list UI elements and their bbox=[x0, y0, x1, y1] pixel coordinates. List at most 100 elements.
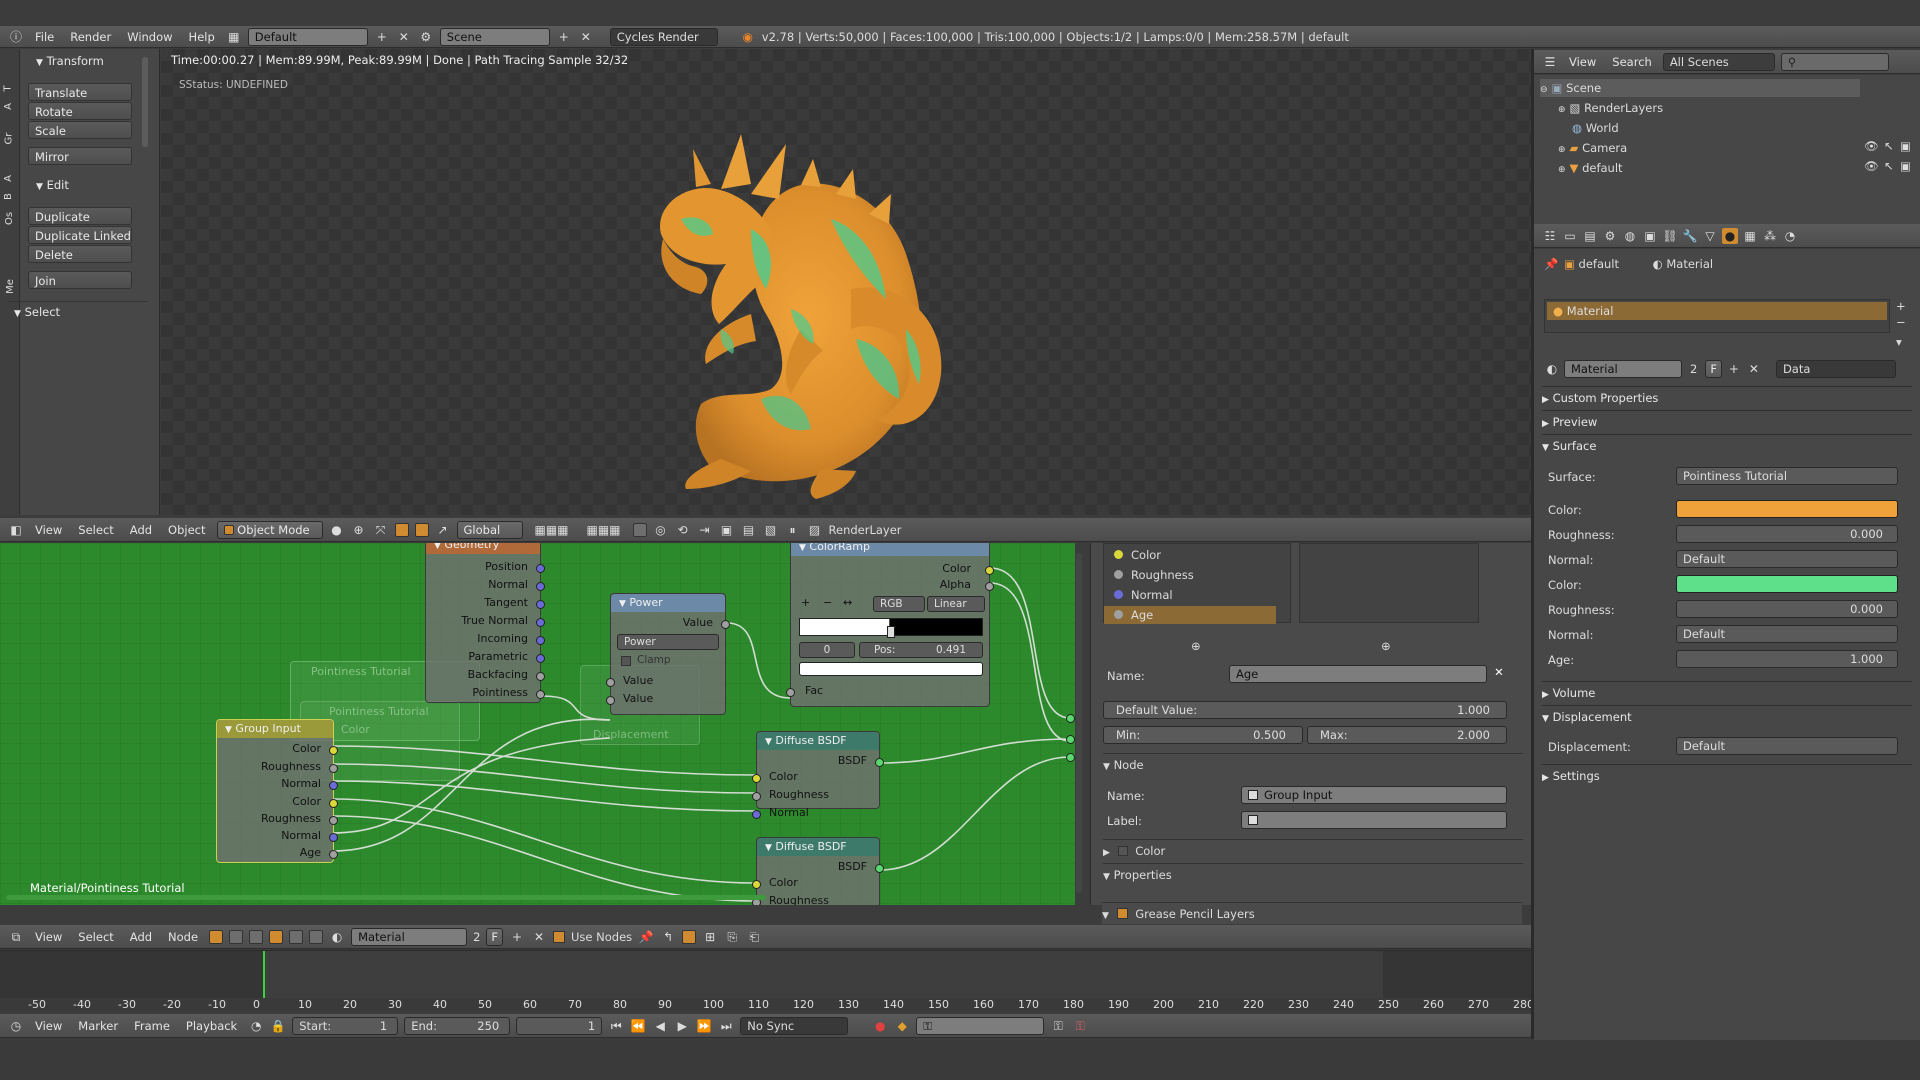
node-name-field[interactable]: Group Input bbox=[1241, 786, 1507, 804]
delete-button[interactable]: Delete bbox=[28, 245, 132, 263]
power-in-socket-2[interactable] bbox=[606, 696, 615, 705]
snap-node-icon[interactable]: ⊞ bbox=[702, 929, 718, 945]
record-icon[interactable]: ● bbox=[872, 1018, 888, 1034]
timeline-menu-playback[interactable]: Playback bbox=[181, 1019, 242, 1033]
render-border-icon[interactable]: ▧ bbox=[763, 522, 779, 538]
out-backfacing[interactable] bbox=[536, 672, 545, 681]
scale-button[interactable]: Scale bbox=[28, 121, 132, 139]
scene-icon[interactable]: ⚙ bbox=[418, 29, 434, 45]
number-slider-field[interactable]: 0.000 bbox=[1676, 525, 1898, 543]
interpolation-select[interactable]: Linear bbox=[927, 596, 985, 612]
power-out-socket[interactable] bbox=[721, 620, 730, 629]
keying-set-field[interactable]: ⚿ bbox=[916, 1016, 1045, 1035]
layers-icon[interactable]: ▦▦▦ bbox=[529, 522, 575, 538]
insert-keyframe-icon[interactable]: ⚿ bbox=[1050, 1018, 1066, 1034]
proportional-icon[interactable]: ◎ bbox=[653, 522, 669, 538]
pin-icon[interactable]: 📌 bbox=[638, 929, 654, 945]
add-stop-icon[interactable]: + bbox=[801, 596, 810, 609]
object-shader-icon[interactable] bbox=[269, 929, 284, 944]
current-frame-field[interactable]: 1 bbox=[516, 1016, 603, 1035]
node-fake-user-button[interactable]: F bbox=[486, 927, 504, 946]
screen-layout-icon[interactable]: ▦ bbox=[226, 29, 242, 45]
particles-tab-icon[interactable]: ⁂ bbox=[1762, 228, 1778, 244]
iface-row-normal[interactable]: Normal bbox=[1104, 586, 1276, 604]
duplicate-linked-button[interactable]: Duplicate Linked bbox=[28, 226, 132, 244]
outliner-type-icon[interactable]: ☰ bbox=[1542, 54, 1558, 70]
gi-sock-2[interactable] bbox=[329, 764, 338, 773]
node-section-header[interactable]: ▼ Node bbox=[1103, 753, 1523, 775]
node-material-field[interactable]: Material bbox=[351, 927, 468, 946]
default-select-icon[interactable]: ↖ bbox=[1884, 159, 1894, 173]
colorramp-node[interactable]: ▼ ColorRamp Color Alpha + − ↔ RGB Linear… bbox=[786, 543, 994, 707]
geometry-node[interactable]: ▼ Geometry Position Normal Tangent True … bbox=[425, 543, 545, 703]
number-slider-field[interactable]: 0.000 bbox=[1676, 600, 1898, 618]
max-field[interactable]: Max: 2.000 bbox=[1307, 726, 1507, 744]
playhead[interactable] bbox=[263, 951, 265, 999]
diffuse1-bsdf-socket[interactable] bbox=[875, 758, 884, 767]
socket-name-clear-icon[interactable]: ✕ bbox=[1491, 665, 1507, 683]
camera-visibility-icon[interactable]: 👁 bbox=[1864, 139, 1879, 153]
pivot-icon[interactable]: ⊕ bbox=[351, 522, 367, 538]
diffuse2-color-socket[interactable] bbox=[752, 880, 761, 889]
tab-create[interactable]: A bbox=[3, 103, 14, 110]
stop-index-field[interactable]: 0 bbox=[799, 642, 855, 658]
menu-file[interactable]: File bbox=[30, 30, 59, 44]
jump-next-key-icon[interactable]: ⏩ bbox=[696, 1018, 712, 1034]
surface-shader-select[interactable]: Pointiness Tutorial bbox=[1676, 467, 1898, 485]
world-shader-icon[interactable] bbox=[289, 929, 304, 944]
scene-tab-icon[interactable]: ⚙ bbox=[1602, 228, 1618, 244]
material-tab-icon[interactable]: ● bbox=[1722, 227, 1738, 244]
add-layout-icon[interactable]: + bbox=[374, 29, 390, 45]
mirror-button[interactable]: Mirror bbox=[28, 147, 132, 165]
physics-tab-icon[interactable]: ◔ bbox=[1782, 228, 1798, 244]
gi-sock-7[interactable] bbox=[329, 850, 338, 859]
pause-icon[interactable]: ⏸ bbox=[785, 522, 801, 538]
remove-layout-icon[interactable]: ✕ bbox=[396, 29, 412, 45]
lock-icon[interactable]: 🔒 bbox=[270, 1018, 286, 1034]
timeline-menu-marker[interactable]: Marker bbox=[73, 1019, 123, 1033]
join-button[interactable]: Join bbox=[28, 271, 132, 289]
tab-grease[interactable]: Os bbox=[4, 212, 15, 225]
gi-sock-1[interactable] bbox=[329, 746, 338, 755]
stop-pos-field[interactable]: Pos: 0.491 bbox=[859, 642, 983, 658]
render-tab-icon[interactable]: ▭ bbox=[1562, 228, 1578, 244]
duplicate-button[interactable]: Duplicate bbox=[28, 207, 132, 225]
material-browse-button-icon[interactable]: ◐ bbox=[1544, 361, 1560, 377]
render-viewport[interactable]: Time:00:00.27 | Mem:89.99M, Peak:89.99M … bbox=[161, 49, 1531, 515]
diffuse1-roughness-socket[interactable] bbox=[752, 792, 761, 801]
out-true-normal[interactable] bbox=[536, 618, 545, 627]
edit-panel-title[interactable]: ▼ Edit bbox=[30, 175, 140, 195]
node-label-field[interactable] bbox=[1241, 811, 1507, 829]
color-mode-select[interactable]: RGB bbox=[873, 596, 925, 612]
material-link-select[interactable]: Data bbox=[1775, 360, 1896, 378]
group-input-header[interactable]: ▼ Group Input bbox=[217, 720, 333, 738]
menu-help[interactable]: Help bbox=[184, 30, 220, 44]
diffuse1-color-socket[interactable] bbox=[752, 774, 761, 783]
layers2-icon[interactable]: ▦▦▦ bbox=[581, 522, 627, 538]
node-new-material-icon[interactable]: + bbox=[509, 929, 525, 945]
ramp-stop-handle[interactable] bbox=[887, 626, 895, 638]
layout-field[interactable]: Default bbox=[247, 27, 368, 46]
color-section-checkbox[interactable] bbox=[1117, 846, 1128, 856]
power-in-socket-1[interactable] bbox=[606, 678, 615, 687]
menu-render[interactable]: Render bbox=[65, 30, 116, 44]
diffuse-bsdf-node-2[interactable]: ▼ Diffuse BSDF BSDF Color Roughness bbox=[752, 837, 884, 905]
parent-tree-icon[interactable]: ↰ bbox=[660, 929, 676, 945]
preview-range-icon[interactable]: ◔ bbox=[248, 1018, 264, 1034]
group-output-socket-3[interactable] bbox=[1066, 753, 1075, 762]
texture-tree-icon[interactable] bbox=[249, 929, 264, 944]
tab-animation[interactable]: A bbox=[3, 175, 14, 182]
socket-value-select[interactable]: Default bbox=[1676, 625, 1898, 643]
out-position[interactable] bbox=[536, 564, 545, 573]
scale-manip-icon[interactable]: ↗ bbox=[435, 522, 451, 538]
add-slot-icon[interactable]: + bbox=[1896, 299, 1906, 313]
custom-properties-panel[interactable]: ▶ Custom Properties bbox=[1542, 386, 1912, 408]
iface-row-age[interactable]: Age bbox=[1104, 606, 1276, 624]
default-visibility-icon[interactable]: 👁 bbox=[1864, 159, 1879, 173]
default-render-icon[interactable]: ▣ bbox=[1900, 159, 1911, 173]
outliner-menu-search[interactable]: Search bbox=[1607, 55, 1657, 69]
play-reverse-icon[interactable]: ◀ bbox=[652, 1018, 668, 1034]
mode-select[interactable]: Object Mode bbox=[216, 520, 323, 539]
group-output-socket-2[interactable] bbox=[1066, 735, 1075, 744]
clamp-checkbox[interactable] bbox=[621, 656, 631, 666]
